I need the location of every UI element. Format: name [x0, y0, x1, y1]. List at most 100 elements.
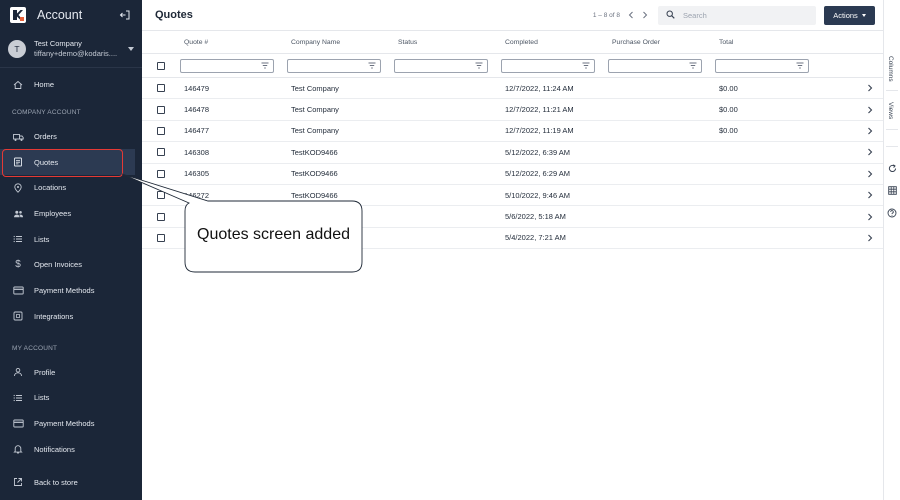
filter-purchase-order[interactable]	[608, 59, 702, 73]
section-label-my-account: MY ACCOUNT	[12, 344, 58, 352]
rail-divider	[886, 146, 898, 147]
row-checkbox[interactable]	[157, 169, 165, 178]
sidebar-item-label: Employees	[34, 209, 72, 219]
kodaris-logo[interactable]	[10, 7, 26, 23]
cell-completed: 12/7/2022, 11:24 AM	[505, 83, 574, 93]
search-box	[658, 5, 816, 25]
sidebar-item-label: Home	[34, 80, 55, 90]
sidebar-item-integrations[interactable]: Integrations	[0, 304, 135, 330]
filter-company[interactable]	[287, 59, 381, 73]
sidebar-item-employees[interactable]: Employees	[0, 201, 135, 227]
help-icon[interactable]	[887, 208, 897, 218]
row-checkbox[interactable]	[157, 84, 165, 93]
table-row[interactable]: 146479 Test Company 12/7/2022, 11:24 AM $0.…	[142, 78, 883, 100]
cell-company: Test Company	[291, 126, 339, 136]
callout-text: Quotes screen added	[197, 226, 350, 243]
filter-completed[interactable]	[501, 59, 595, 73]
column-header-status[interactable]: Status	[398, 31, 417, 53]
row-checkbox[interactable]	[157, 148, 165, 157]
row-checkbox-cell	[157, 78, 165, 98]
chevron-left-icon[interactable]	[626, 10, 636, 20]
row-checkbox[interactable]	[157, 191, 165, 200]
views-tab[interactable]: Views	[887, 102, 894, 119]
nav-top: Home	[0, 72, 142, 98]
sidebar-item-label: Lists	[34, 234, 50, 244]
column-header-company[interactable]: Company Name	[291, 31, 340, 53]
list-icon	[12, 392, 24, 404]
actions-label: Actions	[833, 10, 858, 20]
sidebar-item-my-lists[interactable]: Lists	[0, 385, 135, 411]
select-all-checkbox[interactable]	[157, 61, 165, 70]
row-checkbox[interactable]	[157, 126, 165, 135]
chevron-right-icon[interactable]	[640, 10, 650, 20]
page-title: Quotes	[155, 9, 193, 21]
columns-tab[interactable]: Columns	[887, 56, 894, 82]
filter-quote[interactable]	[180, 59, 274, 73]
row-checkbox[interactable]	[157, 212, 165, 221]
sidebar-item-locations[interactable]: Locations	[0, 175, 135, 201]
refresh-icon[interactable]	[887, 163, 897, 173]
sidebar-item-my-payment-methods[interactable]: Payment Methods	[0, 411, 135, 437]
search-input[interactable]	[683, 10, 803, 20]
filter-icon[interactable]	[368, 62, 376, 71]
chevron-down-icon	[861, 13, 866, 17]
search-icon	[666, 10, 675, 21]
table-row[interactable]: 146308 TestKOD9466 5/12/2022, 6:39 AM	[142, 142, 883, 164]
sidebar-item-payment-methods[interactable]: Payment Methods	[0, 278, 135, 304]
column-header-completed[interactable]: Completed	[505, 31, 538, 53]
sidebar-item-lists[interactable]: Lists	[0, 226, 135, 252]
filter-icon[interactable]	[475, 62, 483, 71]
app-title: Account	[37, 8, 83, 22]
table-grid-icon[interactable]	[887, 185, 897, 195]
cell-quote: 146478	[184, 105, 210, 115]
rail-divider	[886, 129, 898, 130]
pagination-summary: 1 – 8 of 8	[592, 11, 620, 19]
filter-total[interactable]	[715, 59, 809, 73]
sidebar-item-notifications[interactable]: Notifications	[0, 436, 135, 462]
actions-button[interactable]: Actions	[824, 5, 875, 25]
external-link-icon	[12, 476, 24, 488]
table-row[interactable]: 146305 TestKOD9466 5/12/2022, 6:29 AM	[142, 164, 883, 185]
cell-completed: 5/6/2022, 5:18 AM	[505, 212, 566, 222]
column-header-total[interactable]: Total	[719, 31, 733, 53]
back-to-store-label: Back to store	[34, 477, 78, 487]
select-all-cell	[157, 54, 165, 77]
chevron-right-icon[interactable]	[867, 99, 873, 119]
account-switcher[interactable]: T Test Company tiffany+demo@kodaris....	[0, 30, 142, 68]
sidebar-item-open-invoices[interactable]: $ Open Invoices	[0, 252, 135, 278]
cell-completed: 12/7/2022, 11:19 AM	[505, 126, 574, 136]
sidebar-item-label: Integrations	[34, 311, 74, 321]
filter-icon[interactable]	[582, 62, 590, 71]
row-checkbox[interactable]	[157, 105, 165, 114]
table-row[interactable]: 146478 Test Company 12/7/2022, 11:21 AM $0.…	[142, 99, 883, 121]
sidebar-item-profile[interactable]: Profile	[0, 359, 135, 385]
chevron-right-icon[interactable]	[867, 121, 873, 141]
filter-status[interactable]	[394, 59, 488, 73]
table-row[interactable]: 146477 Test Company 12/7/2022, 11:19 AM $0.…	[142, 121, 883, 143]
filter-icon[interactable]	[261, 62, 269, 71]
row-checkbox[interactable]	[157, 233, 165, 242]
sidebar-item-home[interactable]: Home	[0, 72, 135, 98]
home-icon	[12, 79, 24, 91]
sidebar-item-orders[interactable]: Orders	[0, 124, 135, 150]
chevron-right-icon[interactable]	[867, 228, 873, 248]
filter-icon[interactable]	[689, 62, 697, 71]
cell-quote: 146477	[184, 126, 210, 136]
collapse-sidebar-icon[interactable]	[118, 8, 132, 22]
user-email: tiffany+demo@kodaris....	[34, 48, 118, 58]
chevron-right-icon[interactable]	[867, 78, 873, 98]
column-header-purchase-order[interactable]: Purchase Order	[612, 31, 660, 53]
chevron-right-icon[interactable]	[867, 206, 873, 226]
chevron-right-icon[interactable]	[867, 164, 873, 184]
column-header-quote[interactable]: Quote #	[184, 31, 208, 53]
chevron-right-icon[interactable]	[867, 142, 873, 162]
chevron-down-icon[interactable]	[128, 46, 134, 51]
chevron-right-icon[interactable]	[867, 185, 873, 205]
cell-completed: 12/7/2022, 11:21 AM	[505, 105, 574, 115]
filter-icon[interactable]	[796, 62, 804, 71]
plug-icon	[12, 310, 24, 322]
back-to-store-link[interactable]: Back to store	[0, 470, 142, 494]
cell-company: Test Company	[291, 105, 339, 115]
map-pin-icon	[12, 182, 24, 194]
sidebar-header: Account	[0, 0, 142, 30]
